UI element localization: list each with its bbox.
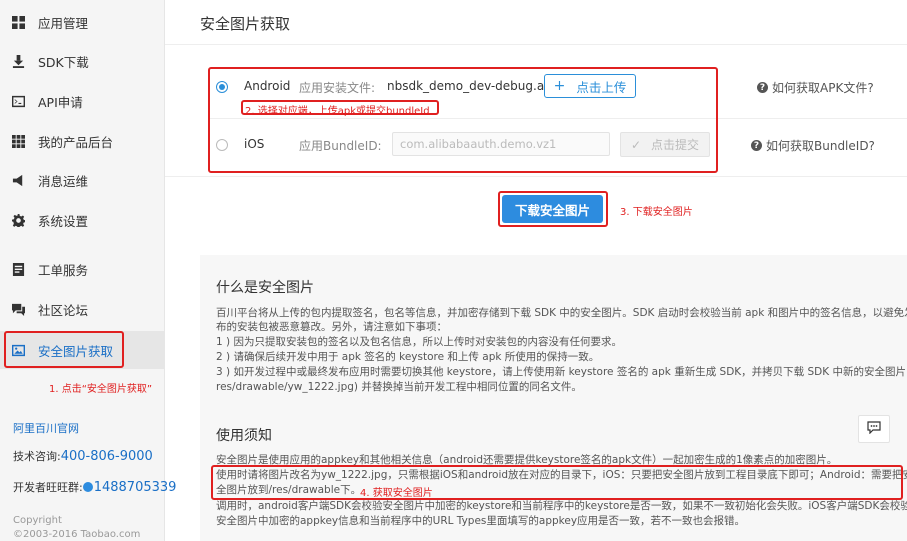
divider xyxy=(165,176,907,177)
what-line: 2 ) 请确保后续开发中用于 apk 签名的 keystore 和上传 apk … xyxy=(216,351,600,363)
tech-support: 技术咨询:400-806-9000 xyxy=(13,448,153,464)
plus-icon: + xyxy=(553,78,566,94)
bundle-id-label: 应用BundleID: xyxy=(299,139,382,153)
usage-title: 使用须知 xyxy=(216,428,272,444)
ios-label: iOS xyxy=(244,137,265,151)
what-line: 1 ) 因为只提取安装包的签名以及包名信息，所以上传时对安装包的内容没有任何要求… xyxy=(216,336,622,348)
sidebar-item-label: 系统设置 xyxy=(38,213,89,229)
android-radio[interactable] xyxy=(216,81,228,93)
usage-line: 调用时，android客户端SDK会校验安全图片中加密的keystore和当前程… xyxy=(216,500,907,512)
sidebar-item-label: 安全图片获取 xyxy=(38,343,114,359)
image-icon xyxy=(11,343,25,357)
bundle-help-label: 如何获取BundleID? xyxy=(766,139,875,153)
what-line: res/drawable/yw_1222.jpg) 并替换掉当前开发工程中相同位… xyxy=(216,381,582,393)
grid-icon xyxy=(11,134,25,148)
message-icon xyxy=(867,421,881,437)
question-icon: ? xyxy=(751,140,762,151)
divider xyxy=(165,44,907,45)
wangwang-group: 开发者旺旺群: 1488705339 xyxy=(13,479,176,495)
apps-icon xyxy=(11,15,25,29)
upload-button[interactable]: + 点击上传 xyxy=(544,74,636,98)
sidebar-item-api-apply[interactable]: API申请 xyxy=(0,83,165,119)
sidebar-item-label: 社区论坛 xyxy=(38,302,89,318)
sidebar-item-app-management[interactable]: 应用管理 xyxy=(0,4,165,40)
sidebar-annotation: 1. 点击“安全图片获取” xyxy=(49,384,153,395)
official-site-link[interactable]: 阿里百川官网 xyxy=(13,420,79,436)
sidebar-item-label: 我的产品后台 xyxy=(38,134,114,150)
wangwang-icon xyxy=(82,482,93,492)
sidebar-item-system-settings[interactable]: 系统设置 xyxy=(0,202,165,238)
download-button[interactable]: 下载安全图片 xyxy=(502,195,603,223)
divider xyxy=(210,118,907,119)
sidebar-item-label: 应用管理 xyxy=(38,15,89,31)
question-icon: ? xyxy=(757,82,768,93)
sidebar-item-community[interactable]: 社区论坛 xyxy=(0,291,165,327)
android-label: Android xyxy=(244,79,291,93)
usage-line: 使用时请将图片改名为yw_1222.jpg，只需根据iOS和android放在对… xyxy=(216,469,907,481)
what-line: 3 ) 如开发过程中或最终发布应用时需要切换其他 keystore，请上传使用新… xyxy=(216,366,907,378)
ios-radio[interactable] xyxy=(216,139,228,151)
download-icon xyxy=(11,54,25,68)
ticket-icon xyxy=(11,262,25,276)
feedback-button[interactable] xyxy=(858,415,890,443)
wangwang-number[interactable]: 1488705339 xyxy=(94,480,177,495)
terminal-icon xyxy=(11,94,25,108)
wangwang-label: 开发者旺旺群: xyxy=(13,481,83,494)
info-panel: 什么是安全图片 百川平台将从上传的包内提取签名，包名等信息，并加密存储到下载 S… xyxy=(200,255,907,541)
apk-help-label: 如何获取APK文件? xyxy=(772,81,874,95)
what-title: 什么是安全图片 xyxy=(216,280,314,296)
download-annotation: 3. 下载安全图片 xyxy=(620,207,693,218)
sidebar-item-label: API申请 xyxy=(38,94,83,110)
usage-annotation: 4. 获取安全图片 xyxy=(360,488,433,499)
submit-bundle-button[interactable]: ✓ 点击提交 xyxy=(620,132,710,157)
sidebar-item-message-ops[interactable]: 消息运维 xyxy=(0,162,165,198)
apk-help-link[interactable]: ? 如何获取APK文件? xyxy=(757,79,874,96)
bundle-help-link[interactable]: ? 如何获取BundleID? xyxy=(751,137,875,154)
usage-line: 全图片放到/res/drawable下。 xyxy=(216,484,362,496)
sidebar-item-label: 工单服务 xyxy=(38,262,89,278)
check-icon: ✓ xyxy=(630,137,642,152)
page-title: 安全图片获取 xyxy=(200,15,291,33)
gear-icon xyxy=(11,213,25,227)
upload-button-label: 点击上传 xyxy=(576,79,627,95)
apk-file-label: 应用安装文件: xyxy=(299,81,376,95)
usage-line: 安全图片中加密的appkey信息和当前程序中的URL Types里面填写的app… xyxy=(216,515,746,527)
what-line: 百川平台将从上传的包内提取签名，包名等信息，并加密存储到下载 SDK 中的安全图… xyxy=(216,307,907,319)
sidebar-item-label: SDK下载 xyxy=(38,54,89,70)
chat-icon xyxy=(11,302,25,316)
what-line: 布的安装包被恶意篡改。另外，请注意如下事项： xyxy=(216,321,447,333)
tech-support-label: 技术咨询: xyxy=(13,450,61,463)
sidebar: 应用管理 SDK下载 API申请 我的产品后台 消息运维 系统设置 工单服务 社… xyxy=(0,0,176,541)
bundle-id-input[interactable]: com.alibabaauth.demo.vz1 xyxy=(392,132,610,156)
sidebar-item-sdk-download[interactable]: SDK下载 xyxy=(0,43,165,79)
copyright-line1: Copyright xyxy=(13,515,62,526)
sidebar-item-security-image[interactable]: 安全图片获取 xyxy=(0,331,165,369)
sidebar-item-ticket-service[interactable]: 工单服务 xyxy=(0,251,165,287)
sidebar-item-my-product[interactable]: 我的产品后台 xyxy=(0,123,165,159)
apk-file-name: nbsdk_demo_dev-debug.apk xyxy=(387,79,559,93)
submit-bundle-label: 点击提交 xyxy=(651,138,700,152)
tech-support-phone[interactable]: 400-806-9000 xyxy=(61,449,153,464)
upload-annotation: 2. 选择对应端，上传apk或提交bundleId xyxy=(245,106,430,117)
copyright-line2: ©2003-2016 Taobao.com xyxy=(13,529,141,540)
sidebar-item-label: 消息运维 xyxy=(38,173,89,189)
usage-line: 安全图片是使用应用的appkey和其他相关信息（android还需要提供keys… xyxy=(216,454,838,466)
megaphone-icon xyxy=(11,173,25,187)
